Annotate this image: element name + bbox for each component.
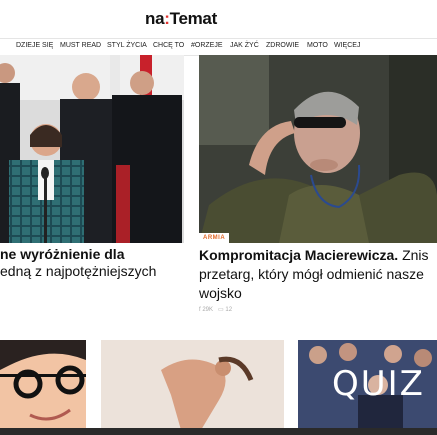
share-count: 29K: [202, 307, 214, 313]
quiz-overlay-text: QUIZ: [332, 364, 425, 404]
bottom-bar: [0, 428, 437, 435]
man-glasses-photo: [0, 340, 86, 430]
nav-item-zdrowie[interactable]: ZDROWIE: [266, 42, 299, 49]
nav-item-orzeje[interactable]: #ORZEJE: [191, 42, 223, 49]
article-left-title-rest: edną z najpotężniejszych: [0, 263, 157, 279]
nav-item-chce-to[interactable]: CHCĘ TO: [153, 42, 184, 49]
nav-item-wiecej[interactable]: WIĘCEJ: [334, 42, 360, 49]
main-nav: DZIEJE SIĘ MUST READ STYL ŻYCIA CHCĘ TO …: [0, 38, 437, 56]
nav-item-dzieje-sie[interactable]: DZIEJE SIĘ: [16, 42, 53, 49]
nav-item-moto[interactable]: MOTO: [307, 42, 328, 49]
dancer-photo: [101, 340, 284, 430]
article-bottom-2-image[interactable]: [101, 340, 284, 430]
header: na:Temat: [0, 0, 437, 38]
article-main-title-bold: Kompromitacja Macierewicza.: [199, 247, 399, 263]
press-conference-photo: [0, 55, 184, 243]
nav-item-styl-zycia[interactable]: STYL ŻYCIA: [107, 42, 147, 49]
comment-icon: ▭: [218, 307, 224, 313]
nav-item-must-read[interactable]: MUST READ: [60, 42, 101, 49]
logo-rest: Temat: [169, 9, 218, 28]
logo-main: na: [145, 9, 165, 28]
article-left-image[interactable]: [0, 55, 184, 243]
article-left-title-bold: ne wyróżnienie dla: [0, 246, 125, 262]
man-sunglasses-photo: [199, 55, 437, 243]
article-bottom-3-image[interactable]: QUIZ: [298, 340, 437, 430]
comment-count: 12: [225, 307, 233, 313]
site-logo[interactable]: na:Temat: [145, 9, 217, 29]
article-main-title[interactable]: Kompromitacja Macierewicza. Znis przetar…: [199, 246, 437, 303]
article-tag[interactable]: ARMIA: [199, 233, 230, 243]
nav-item-jak-zyc[interactable]: JAK ŻYĆ: [230, 42, 259, 49]
article-stats: f 29K ▭ 12: [199, 306, 232, 313]
article-main-image[interactable]: [199, 55, 437, 243]
share-icon: f: [199, 307, 201, 313]
article-left-title[interactable]: ne wyróżnienie dla edną z najpotężniejsz…: [0, 246, 184, 280]
article-bottom-1-image[interactable]: [0, 340, 86, 430]
